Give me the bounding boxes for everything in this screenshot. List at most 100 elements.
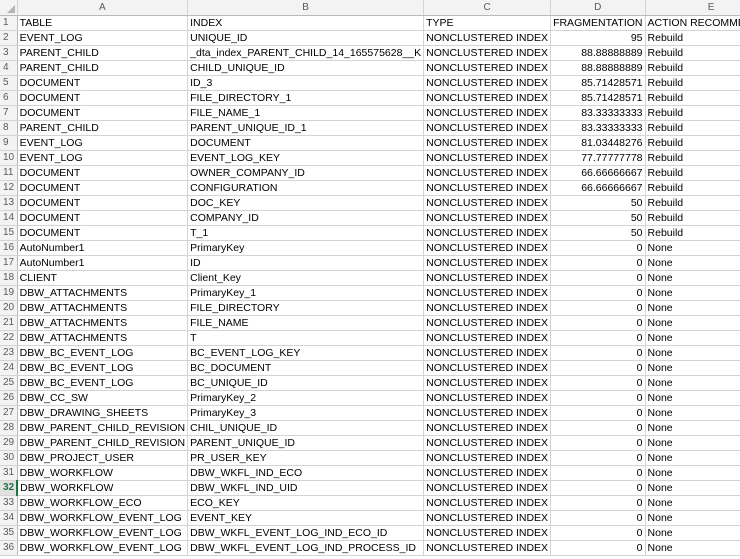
cell-fragmentation[interactable]: 0 <box>550 450 646 466</box>
cell-fragmentation[interactable]: 0 <box>550 240 646 256</box>
row-header[interactable]: 14 <box>0 210 18 226</box>
cell-table[interactable]: DBW_WORKFLOW_ECO <box>17 495 189 511</box>
cell-type[interactable]: NONCLUSTERED INDEX <box>423 315 552 331</box>
cell-index[interactable]: FILE_NAME_1 <box>187 105 425 121</box>
cell-table[interactable]: TABLE <box>17 15 189 31</box>
cell-index[interactable]: _dta_index_PARENT_CHILD_14_165575628__K <box>187 45 425 61</box>
cell-fragmentation[interactable]: 0 <box>550 255 646 271</box>
column-header-a[interactable]: A <box>17 0 189 16</box>
cell-type[interactable]: NONCLUSTERED INDEX <box>423 195 552 211</box>
cell-fragmentation[interactable]: 0 <box>550 345 646 361</box>
cell-index[interactable]: ECO_KEY <box>187 495 425 511</box>
cell-type[interactable]: NONCLUSTERED INDEX <box>423 375 552 391</box>
row-header[interactable]: 9 <box>0 135 18 151</box>
cell-fragmentation[interactable]: 88.88888889 <box>550 60 646 76</box>
cell-type[interactable]: NONCLUSTERED INDEX <box>423 165 552 181</box>
cell-table[interactable]: DBW_BC_EVENT_LOG <box>17 375 189 391</box>
cell-action[interactable]: Rebuild <box>645 150 740 166</box>
cell-table[interactable]: DBW_ATTACHMENTS <box>17 315 189 331</box>
cell-index[interactable]: BC_DOCUMENT <box>187 360 425 376</box>
row-header[interactable]: 20 <box>0 300 18 316</box>
cell-action[interactable]: None <box>645 360 740 376</box>
row-header[interactable]: 36 <box>0 540 18 556</box>
cell-type[interactable]: NONCLUSTERED INDEX <box>423 120 552 136</box>
cell-index[interactable]: DBW_WKFL_IND_ECO <box>187 465 425 481</box>
cell-action[interactable]: None <box>645 315 740 331</box>
row-header[interactable]: 8 <box>0 120 18 136</box>
cell-table[interactable]: DBW_ATTACHMENTS <box>17 330 189 346</box>
cell-type[interactable]: TYPE <box>423 15 552 31</box>
cell-index[interactable]: DOC_KEY <box>187 195 425 211</box>
cell-fragmentation[interactable]: 0 <box>550 435 646 451</box>
cell-action[interactable]: Rebuild <box>645 165 740 181</box>
cell-type[interactable]: NONCLUSTERED INDEX <box>423 270 552 286</box>
cell-fragmentation[interactable]: 0 <box>550 540 646 556</box>
cell-action[interactable]: None <box>645 435 740 451</box>
row-header[interactable]: 32 <box>0 480 19 496</box>
cell-table[interactable]: DBW_PARENT_CHILD_REVISION <box>17 420 189 436</box>
cell-type[interactable]: NONCLUSTERED INDEX <box>423 465 552 481</box>
row-header[interactable]: 15 <box>0 225 18 241</box>
cell-fragmentation[interactable]: 0 <box>550 330 646 346</box>
cell-table[interactable]: AutoNumber1 <box>17 255 189 271</box>
cell-action[interactable]: Rebuild <box>645 120 740 136</box>
cell-index[interactable]: OWNER_COMPANY_ID <box>187 165 425 181</box>
cell-action[interactable]: None <box>645 525 740 541</box>
cell-table[interactable]: DBW_WORKFLOW <box>17 480 189 496</box>
cell-type[interactable]: NONCLUSTERED INDEX <box>423 60 552 76</box>
cell-index[interactable]: PR_USER_KEY <box>187 450 425 466</box>
cell-type[interactable]: NONCLUSTERED INDEX <box>423 540 552 556</box>
cell-action[interactable]: Rebuild <box>645 180 740 196</box>
cell-type[interactable]: NONCLUSTERED INDEX <box>423 210 552 226</box>
row-header[interactable]: 10 <box>0 150 18 166</box>
row-header[interactable]: 25 <box>0 375 18 391</box>
row-header[interactable]: 12 <box>0 180 18 196</box>
cell-table[interactable]: AutoNumber1 <box>17 240 189 256</box>
cell-fragmentation[interactable]: 0 <box>550 300 646 316</box>
cell-fragmentation[interactable]: 0 <box>550 390 646 406</box>
cell-fragmentation[interactable]: 50 <box>550 225 646 241</box>
row-header[interactable]: 1 <box>0 15 18 31</box>
cell-index[interactable]: PrimaryKey_2 <box>187 390 425 406</box>
cell-index[interactable]: UNIQUE_ID <box>187 30 425 46</box>
cell-fragmentation[interactable]: 95 <box>550 30 646 46</box>
cell-fragmentation[interactable]: FRAGMENTATION <box>550 15 646 31</box>
cell-type[interactable]: NONCLUSTERED INDEX <box>423 135 552 151</box>
cell-table[interactable]: CLIENT <box>17 270 189 286</box>
cell-index[interactable]: FILE_NAME <box>187 315 425 331</box>
cell-index[interactable]: EVENT_KEY <box>187 510 425 526</box>
cell-fragmentation[interactable]: 0 <box>550 480 646 496</box>
row-header[interactable]: 4 <box>0 60 18 76</box>
row-header[interactable]: 24 <box>0 360 18 376</box>
cell-type[interactable]: NONCLUSTERED INDEX <box>423 255 552 271</box>
cell-index[interactable]: PARENT_UNIQUE_ID_1 <box>187 120 425 136</box>
cell-fragmentation[interactable]: 0 <box>550 465 646 481</box>
cell-action[interactable]: Rebuild <box>645 195 740 211</box>
cell-type[interactable]: NONCLUSTERED INDEX <box>423 450 552 466</box>
row-header[interactable]: 6 <box>0 90 18 106</box>
cell-table[interactable]: DBW_BC_EVENT_LOG <box>17 345 189 361</box>
cell-fragmentation[interactable]: 88.88888889 <box>550 45 646 61</box>
cell-index[interactable]: T <box>187 330 425 346</box>
cell-fragmentation[interactable]: 77.77777778 <box>550 150 646 166</box>
cell-action[interactable]: None <box>645 270 740 286</box>
cell-action[interactable]: None <box>645 255 740 271</box>
cell-action[interactable]: Rebuild <box>645 30 740 46</box>
cell-fragmentation[interactable]: 81.03448276 <box>550 135 646 151</box>
cell-type[interactable]: NONCLUSTERED INDEX <box>423 390 552 406</box>
cell-table[interactable]: DBW_PROJECT_USER <box>17 450 189 466</box>
cell-table[interactable]: EVENT_LOG <box>17 135 189 151</box>
cell-table[interactable]: PARENT_CHILD <box>17 60 189 76</box>
row-header[interactable]: 29 <box>0 435 18 451</box>
row-header[interactable]: 3 <box>0 45 18 61</box>
row-header[interactable]: 19 <box>0 285 18 301</box>
cell-table[interactable]: EVENT_LOG <box>17 30 189 46</box>
cell-action[interactable]: None <box>645 405 740 421</box>
cell-type[interactable]: NONCLUSTERED INDEX <box>423 405 552 421</box>
cell-table[interactable]: PARENT_CHILD <box>17 45 189 61</box>
cell-index[interactable]: FILE_DIRECTORY <box>187 300 425 316</box>
cell-table[interactable]: DBW_BC_EVENT_LOG <box>17 360 189 376</box>
cell-type[interactable]: NONCLUSTERED INDEX <box>423 90 552 106</box>
column-header-c[interactable]: C <box>423 0 552 16</box>
cell-action[interactable]: Rebuild <box>645 45 740 61</box>
